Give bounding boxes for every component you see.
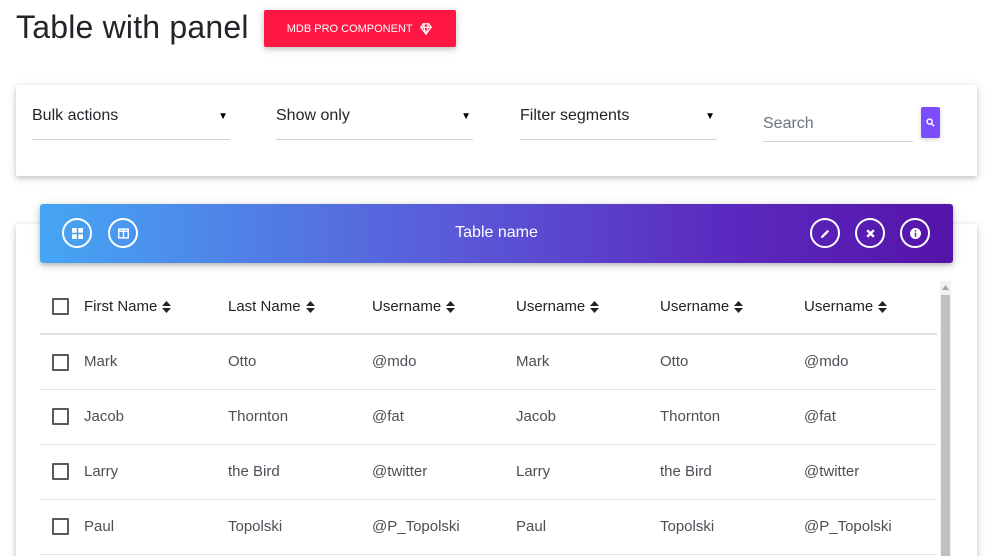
column-header-label: First Name [84,297,158,315]
data-table: First Name Last Name Username Username U… [40,279,937,555]
table-cell: Paul [84,499,228,555]
sort-icon[interactable] [590,300,600,313]
row-checkbox[interactable] [52,408,69,426]
info-button[interactable] [900,218,930,248]
row-checkbox-cell [40,499,84,555]
table-cell: the Bird [660,444,804,500]
table-cell: @fat [804,389,937,445]
caret-down-icon: ▼ [461,111,471,122]
page-title: Table with panel [16,9,249,45]
table-cell: @fat [372,389,516,445]
edit-button[interactable] [810,218,840,248]
table-cell: Jacob [84,389,228,445]
table-cell: @mdo [372,334,516,390]
table-cell: Mark [84,334,228,390]
table-row: Paul Topolski @P_Topolski Paul Topolski … [40,499,937,555]
table-cell: @twitter [804,444,937,500]
select-all-checkbox[interactable] [52,297,69,315]
table-cell: Paul [516,499,660,555]
table-cell: Topolski [660,499,804,555]
row-checkbox-cell [40,389,84,445]
table-cell: Otto [660,334,804,390]
filter-segments-label: Filter segments [520,107,630,124]
column-header[interactable]: Username [804,279,937,335]
table-scrollbar[interactable] [940,281,951,556]
table-header-row: First Name Last Name Username Username U… [40,279,937,335]
column-header[interactable]: Last Name [228,279,372,335]
table-cell: Mark [516,334,660,390]
row-checkbox[interactable] [52,518,69,536]
caret-down-icon: ▼ [218,111,228,122]
show-only-label: Show only [276,107,350,124]
table-cell: Thornton [228,389,372,445]
scroll-thumb[interactable] [941,295,950,556]
filter-segments-select[interactable]: Filter segments ▼ [520,99,717,140]
table-panel-header: Table name [40,204,953,263]
select-all-cell [40,279,84,335]
caret-down-icon: ▼ [705,111,715,122]
column-header[interactable]: Username [660,279,804,335]
table-cell: Larry [84,444,228,500]
column-header[interactable]: Username [516,279,660,335]
mdb-pro-component-button[interactable]: MDB PRO COMPONENT [263,10,456,47]
table-row: Jacob Thornton @fat Jacob Thornton @fat [40,389,937,445]
table-row: Larry the Bird @twitter Larry the Bird @… [40,444,937,500]
info-icon [909,227,921,239]
table-row: Mark Otto @mdo Mark Otto @mdo [40,334,937,390]
column-header[interactable]: First Name [84,279,228,335]
search-button[interactable] [921,107,940,138]
column-header-label: Username [516,297,586,315]
show-only-select[interactable]: Show only ▼ [276,99,473,140]
sort-icon[interactable] [734,300,744,313]
search-input[interactable] [763,107,913,142]
table-cell: Thornton [660,389,804,445]
row-checkbox[interactable] [52,353,69,371]
column-header-label: Username [372,297,442,315]
page-header: Table with panel MDB PRO COMPONENT [16,8,456,47]
table-cell: @twitter [372,444,516,500]
table-cell: Larry [516,444,660,500]
table-cell: the Bird [228,444,372,500]
gem-icon [419,22,432,35]
table-cell: Otto [228,334,372,390]
sort-icon[interactable] [305,300,315,313]
filter-card: Bulk actions ▼ Show only ▼ Filter segmen… [16,85,977,176]
bulk-actions-select[interactable]: Bulk actions ▼ [32,99,230,140]
sort-icon[interactable] [162,300,172,313]
sort-icon[interactable] [878,300,888,313]
table-cell: @P_Topolski [372,499,516,555]
scroll-up-arrow[interactable] [940,281,951,294]
row-checkbox-cell [40,334,84,390]
table-cell: Topolski [228,499,372,555]
table-cell: @P_Topolski [804,499,937,555]
table-cell: @mdo [804,334,937,390]
close-icon [865,228,875,238]
column-header-label: Username [804,297,874,315]
bulk-actions-label: Bulk actions [32,107,119,124]
pencil-icon [820,229,829,238]
table-cell: Jacob [516,389,660,445]
sort-icon[interactable] [446,300,456,313]
remove-button[interactable] [855,218,885,248]
search-icon [926,118,935,127]
column-header-label: Last Name [228,297,301,315]
row-checkbox-cell [40,444,84,500]
pro-button-label: MDB PRO COMPONENT [286,22,413,35]
column-header-label: Username [660,297,730,315]
triangle-up-icon [942,285,949,290]
column-header[interactable]: Username [372,279,516,335]
row-checkbox[interactable] [52,463,69,481]
